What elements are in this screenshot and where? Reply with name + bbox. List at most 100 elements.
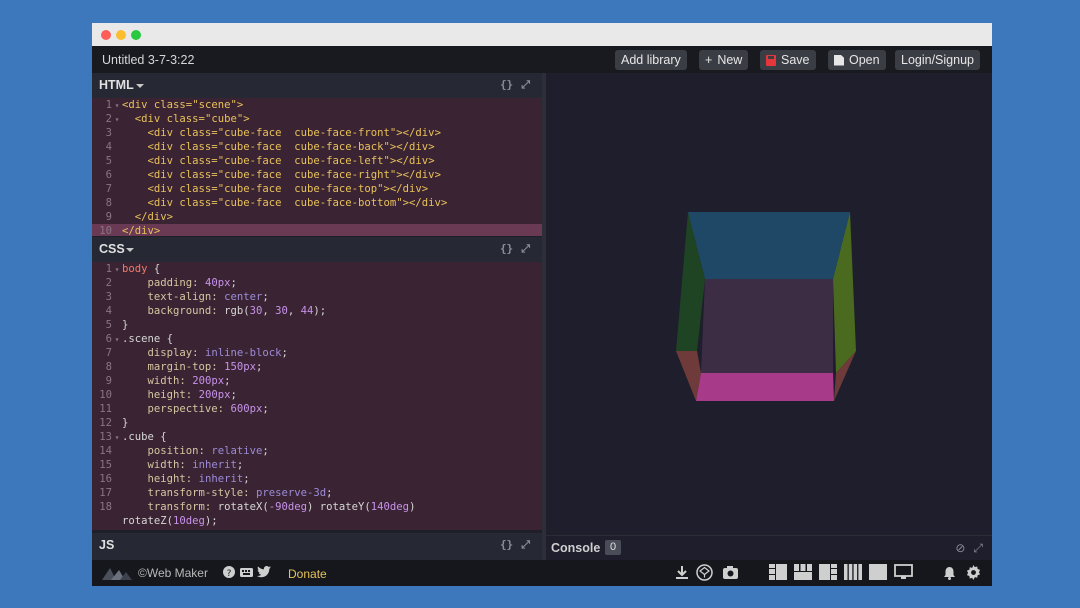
fold-gutter [112, 459, 122, 473]
camera-icon[interactable] [723, 566, 738, 582]
fold-arrow-icon[interactable]: ▾ [112, 431, 122, 445]
code-line[interactable]: 5 <div class="cube-face cube-face-left">… [92, 154, 542, 168]
project-title[interactable]: Untitled 3-7-3:22 [102, 53, 194, 67]
code-line[interactable]: 9 width: 200px; [92, 374, 542, 388]
new-button[interactable]: + New [699, 50, 749, 70]
fold-gutter [112, 155, 122, 169]
fold-arrow-icon[interactable]: ▾ [112, 113, 122, 127]
close-window-button[interactable] [101, 30, 111, 40]
code-line[interactable]: 2 ▾ <div class="cube"> [92, 112, 542, 126]
code-line[interactable]: 13 ▾ .cube { [92, 430, 542, 444]
chevron-down-icon[interactable] [126, 248, 134, 252]
code-line[interactable]: 11 perspective: 600px; [92, 402, 542, 416]
fold-arrow-icon[interactable]: ▾ [112, 333, 122, 347]
html-code-editor[interactable]: 1 ▾ <div class="scene"> 2 ▾ <div class="cube… [92, 98, 542, 236]
code-line[interactable]: 6 <div class="cube-face cube-face-right"… [92, 168, 542, 182]
codepen-icon[interactable] [696, 564, 713, 584]
line-number: 8 [105, 361, 112, 373]
code-text: </div> [134, 211, 174, 223]
line-number: 13 [99, 431, 112, 443]
code-text: .scene { [122, 333, 174, 345]
download-icon[interactable] [676, 566, 688, 582]
html-pane-header[interactable]: HTML {} ⤢ [92, 73, 542, 98]
settings-gear-icon[interactable] [966, 565, 981, 583]
fold-arrow-icon[interactable]: ▾ [112, 263, 122, 277]
line-number: 15 [99, 459, 112, 471]
expand-icon[interactable]: ⤢ [521, 78, 530, 92]
add-library-button[interactable]: Add library [615, 50, 687, 70]
js-pane-header[interactable]: JS {} ⤢ [92, 533, 542, 560]
line-number: 5 [105, 155, 112, 167]
code-line[interactable]: 10 height: 200px; [92, 388, 542, 402]
new-label: New [717, 53, 743, 67]
code-text: rotateZ(10deg); [122, 515, 218, 527]
layout-4-icon[interactable] [844, 564, 862, 583]
code-line[interactable]: 7 <div class="cube-face cube-face-top"><… [92, 182, 542, 196]
expand-icon[interactable]: ⤢ [973, 541, 983, 556]
maximize-window-button[interactable] [131, 30, 141, 40]
code-line[interactable]: 16 height: inherit; [92, 472, 542, 486]
css-code-editor[interactable]: 1 ▾ body {2 padding: 40px; 3 text-align: ce… [92, 262, 542, 530]
line-number: 2 [105, 277, 112, 289]
top-toolbar: Untitled 3-7-3:22 Add library + New Save … [92, 46, 992, 73]
login-label: Login/Signup [901, 53, 974, 67]
window-titlebar [92, 23, 992, 46]
chevron-down-icon[interactable] [136, 84, 144, 88]
clear-console-icon[interactable]: ⊘ [955, 541, 965, 556]
code-line[interactable]: 7 display: inline-block; [92, 346, 542, 360]
line-number: 16 [99, 473, 112, 485]
code-line[interactable]: 8 margin-top: 150px; [92, 360, 542, 374]
expand-icon[interactable]: ⤢ [521, 242, 530, 256]
code-line[interactable]: 2 padding: 40px; [92, 276, 542, 290]
login-signup-button[interactable]: Login/Signup [895, 50, 980, 70]
line-number: 9 [105, 375, 112, 387]
line-number: 9 [105, 211, 112, 223]
twitter-icon[interactable] [257, 566, 271, 581]
code-line[interactable]: 17 transform-style: preserve-3d; [92, 486, 542, 500]
css-pane-header[interactable]: CSS {} ⤢ [92, 237, 542, 262]
code-line[interactable]: 4 background: rgb(30, 30, 44); [92, 304, 542, 318]
web-maker-brand-link[interactable]: ©Web Maker [138, 566, 208, 580]
open-button[interactable]: Open [828, 50, 886, 70]
keyboard-shortcuts-icon[interactable] [240, 566, 253, 581]
code-line[interactable]: 9 </div> [92, 210, 542, 224]
layout-full-icon[interactable] [869, 564, 887, 583]
code-text: <div class="cube-face cube-face-back"></… [147, 141, 435, 153]
minimize-window-button[interactable] [116, 30, 126, 40]
fold-gutter [112, 291, 122, 305]
code-line[interactable]: rotateZ(10deg); [92, 514, 542, 528]
format-code-icon[interactable]: {} [500, 78, 513, 92]
code-text: <div class="cube"> [134, 113, 250, 125]
open-label: Open [849, 53, 880, 67]
code-line[interactable]: 12 } [92, 416, 542, 430]
layout-2-icon[interactable] [794, 564, 812, 583]
format-code-icon[interactable]: {} [500, 242, 513, 256]
save-button[interactable]: Save [760, 50, 816, 70]
fold-gutter [112, 403, 122, 417]
code-line[interactable]: 3 <div class="cube-face cube-face-front"… [92, 126, 542, 140]
code-line[interactable]: 8 <div class="cube-face cube-face-bottom… [92, 196, 542, 210]
notifications-icon[interactable] [943, 566, 956, 583]
code-line[interactable]: 10 </div> [92, 224, 542, 236]
web-maker-logo-icon[interactable] [102, 568, 132, 580]
format-code-icon[interactable]: {} [500, 538, 513, 552]
fold-arrow-icon[interactable]: ▾ [112, 99, 122, 113]
code-line[interactable]: 1 ▾ <div class="scene"> [92, 98, 542, 112]
code-line[interactable]: 14 position: relative; [92, 444, 542, 458]
code-line[interactable]: 5 } [92, 318, 542, 332]
web-maker-window: Untitled 3-7-3:22 Add library + New Save … [92, 23, 992, 586]
layout-3-icon[interactable] [819, 564, 837, 583]
detached-preview-icon[interactable] [894, 564, 913, 583]
code-line[interactable]: 15 width: inherit; [92, 458, 542, 472]
code-line[interactable]: 4 <div class="cube-face cube-face-back">… [92, 140, 542, 154]
console-bar[interactable]: Console 0 ⊘ ⤢ [546, 535, 992, 560]
expand-icon[interactable]: ⤢ [521, 538, 530, 552]
help-icon[interactable]: ? [223, 566, 235, 581]
code-line[interactable]: 18 transform: rotateX(-90deg) rotateY(14… [92, 500, 542, 514]
code-line[interactable]: 6 ▾ .scene { [92, 332, 542, 346]
layout-1-icon[interactable] [769, 564, 787, 583]
code-line[interactable]: 1 ▾ body { [92, 262, 542, 276]
donate-link[interactable]: Donate [288, 567, 327, 581]
line-number: 6 [105, 333, 112, 345]
code-line[interactable]: 3 text-align: center; [92, 290, 542, 304]
